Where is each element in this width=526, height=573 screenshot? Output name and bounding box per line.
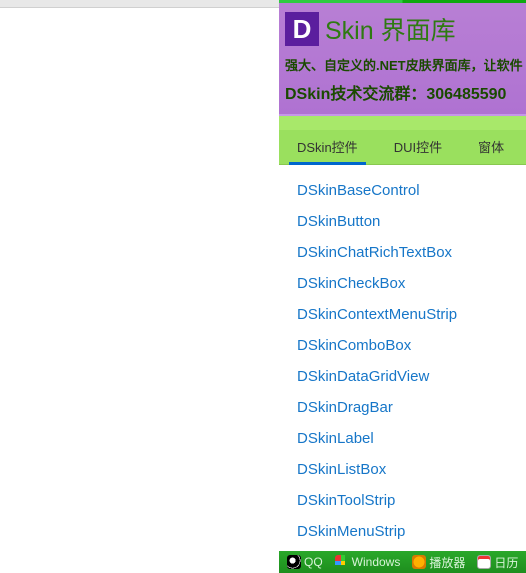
taskbar-label: 播放器 [429,554,465,571]
left-pane [0,0,279,573]
taskbar-label: Windows [352,555,401,569]
list-item[interactable]: DSkinButton [297,206,526,237]
tab-dskin-controls[interactable]: DSkin控件 [279,130,376,164]
list-item[interactable]: DSkinLabel [297,423,526,454]
list-item[interactable]: DSkinDragBar [297,392,526,423]
header: D Skin 界面库 强大、自定义的.NET皮肤界面库，让软件 DSkin技术交… [279,3,526,114]
app-title: Skin 界面库 [325,11,456,47]
taskbar-label: QQ [304,555,323,569]
tab-container: DSkin控件 DUI控件 窗体 [279,114,526,165]
header-group-line: DSkin技术交流群：306485590 [285,80,520,104]
taskbar-label: 日历 [494,554,518,571]
taskbar-item-qq[interactable]: QQ [283,555,327,569]
tab-dui-controls[interactable]: DUI控件 [376,130,460,164]
right-pane: D Skin 界面库 强大、自定义的.NET皮肤界面库，让软件 DSkin技术交… [279,0,526,573]
list-item[interactable]: DSkinComboBox [297,330,526,361]
tab-bar: DSkin控件 DUI控件 窗体 [279,130,526,165]
list-item[interactable]: DSkinToolStrip [297,485,526,516]
list-item[interactable]: DSkinListBox [297,454,526,485]
left-topbar [0,0,279,8]
list-item[interactable]: DSkinDataGridView [297,361,526,392]
taskbar: QQ Windows 播放器 日历 [279,551,526,573]
tab-forms[interactable]: 窗体 [460,130,522,164]
list-item[interactable]: DSkinContextMenuStrip [297,299,526,330]
taskbar-item-calendar[interactable]: 日历 [473,554,522,571]
list-item[interactable]: DSkinChatRichTextBox [297,237,526,268]
control-list: DSkinBaseControl DSkinButton DSkinChatRi… [279,165,526,573]
calendar-icon [477,555,491,569]
list-item[interactable]: DSkinBaseControl [297,175,526,206]
windows-icon [335,555,349,569]
taskbar-item-windows[interactable]: Windows [331,555,405,569]
list-item[interactable]: DSkinCheckBox [297,268,526,299]
list-item[interactable]: DSkinMenuStrip [297,516,526,547]
logo-icon: D [285,12,319,46]
player-icon [412,555,426,569]
qq-icon [287,555,301,569]
taskbar-item-player[interactable]: 播放器 [408,554,469,571]
header-subtitle: 强大、自定义的.NET皮肤界面库，让软件 [285,55,520,74]
logo-row: D Skin 界面库 [285,11,520,47]
